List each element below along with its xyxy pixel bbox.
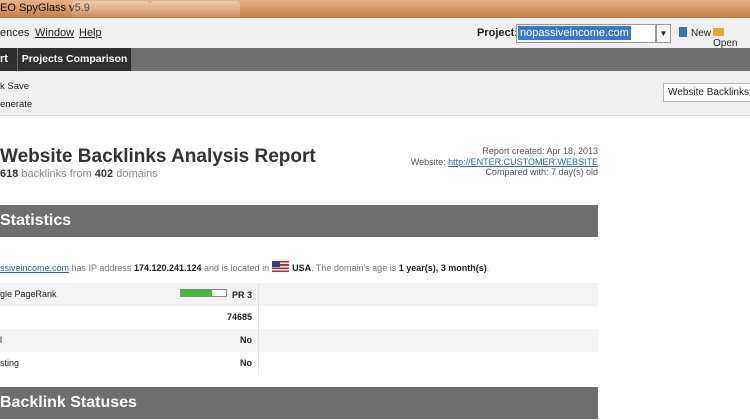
stats-value: 74685 (226, 312, 252, 322)
stats-row-pagerank: gle PageRank PR 3 (0, 283, 598, 306)
domain-link[interactable]: ssiveincome.com (0, 263, 69, 273)
pagerank-value: PR 3 (231, 290, 252, 300)
domains-count: 402 (94, 168, 114, 180)
pagerank-bar (179, 289, 227, 297)
project-label: Project: (477, 27, 518, 39)
pagerank-bar-fill (180, 290, 213, 296)
new-document-icon (679, 27, 687, 37)
browser-tab-1[interactable] (72, 1, 150, 17)
quick-save-button[interactable]: k Save (0, 81, 29, 92)
column-divider (258, 329, 259, 352)
stats-row: 74685 (0, 306, 598, 329)
browser-tab-2[interactable] (150, 1, 240, 17)
folder-icon (713, 28, 724, 36)
report-toolbar: k Save enerate Website Backlinks A (0, 71, 750, 116)
new-button[interactable]: New (679, 27, 711, 39)
website-link[interactable]: http://ENTER.CUSTOMER.WEBSITE (448, 157, 598, 167)
template-select[interactable]: Website Backlinks A (663, 83, 750, 102)
regenerate-button[interactable]: enerate (0, 99, 32, 110)
tab-report[interactable]: rt (0, 48, 17, 71)
project-select-value: nopassiveincome.com (518, 26, 631, 40)
stats-label: l (0, 335, 2, 345)
ip-text-2: and is located in (204, 263, 270, 273)
report-title: Website Backlinks Analysis Report (0, 146, 316, 167)
ip-text-3: . The domain's age is (311, 263, 397, 273)
menu-window-label: Window (35, 27, 75, 39)
project-select[interactable]: nopassiveincome.com (516, 24, 656, 43)
column-divider (258, 352, 259, 375)
domains-text: domains (116, 168, 158, 180)
stats-value: No (240, 358, 252, 368)
backlinks-text: backlinks from (21, 168, 92, 180)
stats-row: l No (0, 329, 598, 352)
report-compared: Compared with: 7 day(s) old (485, 167, 598, 177)
stats-row: sting No (0, 352, 598, 375)
section-backlink-statuses: Backlink Statuses (0, 387, 598, 419)
stats-value: No (240, 335, 252, 345)
tab-strip: rt Projects Comparison (0, 48, 750, 71)
menu-help[interactable]: Help (79, 27, 102, 39)
menu-bar: ences Window Help Project: nopassiveinco… (0, 18, 750, 49)
report-website-line: Website: http://ENTER.CUSTOMER.WEBSITE (411, 157, 598, 168)
ip-text-1: has IP address (71, 263, 132, 273)
new-button-label: New (691, 28, 712, 39)
report-meta: Report created: Apr 18, 2013 Website: ht… (411, 146, 598, 178)
menu-window[interactable]: Window (35, 27, 74, 39)
domain-age: 1 year(s), 3 month(s) (398, 263, 487, 273)
country: USA (292, 263, 312, 273)
section-statistics: Statistics (0, 205, 598, 237)
stats-value: PR 3 (179, 289, 252, 300)
menu-preferences[interactable]: ences (0, 27, 29, 39)
stats-label: sting (0, 358, 20, 368)
ip-address: 174.120.241.124 (133, 263, 202, 273)
report-created: Report created: Apr 18, 2013 (482, 146, 598, 156)
window-titlebar: EO SpyGlass v5.9 (0, 0, 750, 18)
project-dropdown-button[interactable]: ▼ (656, 24, 671, 43)
usa-flag-icon (272, 261, 290, 272)
report-subtitle: 618 backlinks from 402 domains (0, 168, 158, 180)
website-label: Website: (410, 156, 446, 167)
column-divider (258, 283, 259, 306)
stats-label: gle PageRank (0, 289, 57, 299)
column-divider (258, 306, 259, 329)
ip-text-4: . (486, 263, 490, 273)
open-button[interactable]: Open (713, 27, 750, 49)
tab-projects-comparison[interactable]: Projects Comparison (18, 48, 131, 71)
backlinks-count: 618 (0, 168, 19, 180)
ip-info-line: ssiveincome.com has IP address 174.120.2… (0, 261, 489, 273)
menu-help-label: Help (79, 27, 102, 39)
stats-table: gle PageRank PR 3 74685 l No sting No (0, 283, 598, 375)
